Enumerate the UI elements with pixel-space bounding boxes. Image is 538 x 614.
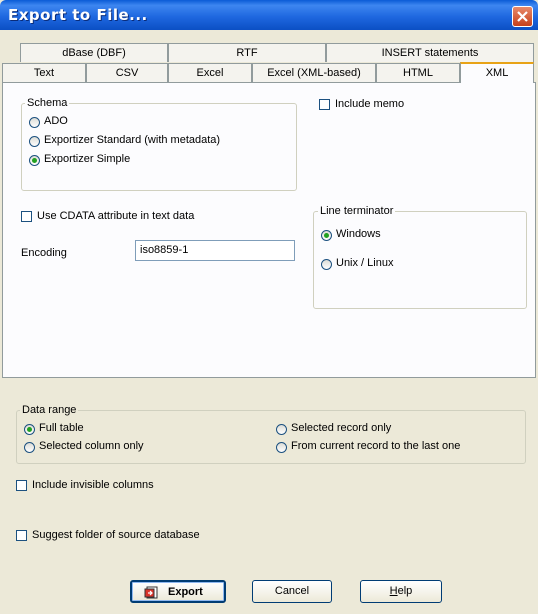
cdata-checkbox[interactable] <box>21 211 32 222</box>
range-current-to-last-label: From current record to the last one <box>291 440 461 452</box>
line-unix-radio[interactable] <box>321 259 332 270</box>
tab-html[interactable]: HTML <box>376 63 460 82</box>
encoding-label: Encoding <box>21 247 67 259</box>
tab-rtf[interactable]: RTF <box>168 43 326 62</box>
range-full-table-label: Full table <box>39 422 84 434</box>
tab-dbase[interactable]: dBase (DBF) <box>20 43 168 62</box>
help-button[interactable]: Help <box>360 580 442 603</box>
line-windows-label: Windows <box>336 228 381 240</box>
schema-standard-label: Exportizer Standard (with metadata) <box>44 134 221 146</box>
schema-ado-label: ADO <box>44 115 68 127</box>
cancel-button[interactable]: Cancel <box>252 580 332 603</box>
include-memo-checkbox[interactable] <box>319 99 330 110</box>
range-current-to-last-radio[interactable] <box>276 442 287 453</box>
range-full-table-radio[interactable] <box>24 424 35 435</box>
schema-standard-radio[interactable] <box>29 136 40 147</box>
tab-excel-xml[interactable]: Excel (XML-based) <box>252 63 376 82</box>
suggest-folder-label: Suggest folder of source database <box>32 529 200 541</box>
schema-legend: Schema <box>25 97 70 109</box>
range-selected-column-label: Selected column only <box>39 440 144 452</box>
schema-ado-radio[interactable] <box>29 117 40 128</box>
suggest-folder-checkbox[interactable] <box>16 530 27 541</box>
data-range-group <box>16 410 526 464</box>
encoding-input[interactable]: iso8859-1 <box>135 240 295 261</box>
common-options-area: Data range Full table Selected column on… <box>0 380 538 614</box>
close-icon <box>517 11 528 22</box>
export-icon <box>144 586 158 599</box>
cdata-label: Use CDATA attribute in text data <box>37 210 195 222</box>
window-title: Export to File... <box>8 6 148 24</box>
title-bar[interactable]: Export to File... <box>0 0 538 30</box>
line-unix-label: Unix / Linux <box>336 257 394 269</box>
tab-csv[interactable]: CSV <box>86 63 168 82</box>
xml-options-panel: Schema ADO Exportizer Standard (with met… <box>2 82 536 378</box>
tab-xml[interactable]: XML <box>460 62 534 83</box>
tab-text[interactable]: Text <box>2 63 86 82</box>
help-button-label: elp <box>397 585 413 597</box>
tab-insert-statements[interactable]: INSERT statements <box>326 43 534 62</box>
include-memo-label: Include memo <box>335 98 405 110</box>
export-dialog: Export to File... dBase (DBF) RTF INSERT… <box>0 0 538 614</box>
tab-excel[interactable]: Excel <box>168 63 252 82</box>
schema-simple-radio[interactable] <box>29 155 40 166</box>
export-button-label: Export <box>168 586 203 598</box>
include-invisible-checkbox[interactable] <box>16 480 27 491</box>
line-windows-radio[interactable] <box>321 230 332 241</box>
export-button[interactable]: Export <box>130 580 226 603</box>
range-selected-record-radio[interactable] <box>276 424 287 435</box>
schema-simple-label: Exportizer Simple <box>44 153 131 165</box>
line-terminator-legend: Line terminator <box>318 205 396 217</box>
range-selected-column-radio[interactable] <box>24 442 35 453</box>
help-button-accel: H <box>389 585 398 597</box>
range-selected-record-label: Selected record only <box>291 422 392 434</box>
data-range-legend: Data range <box>20 404 79 416</box>
include-invisible-label: Include invisible columns <box>32 479 154 491</box>
close-button[interactable] <box>512 6 533 27</box>
cancel-button-label: Cancel <box>274 585 310 597</box>
